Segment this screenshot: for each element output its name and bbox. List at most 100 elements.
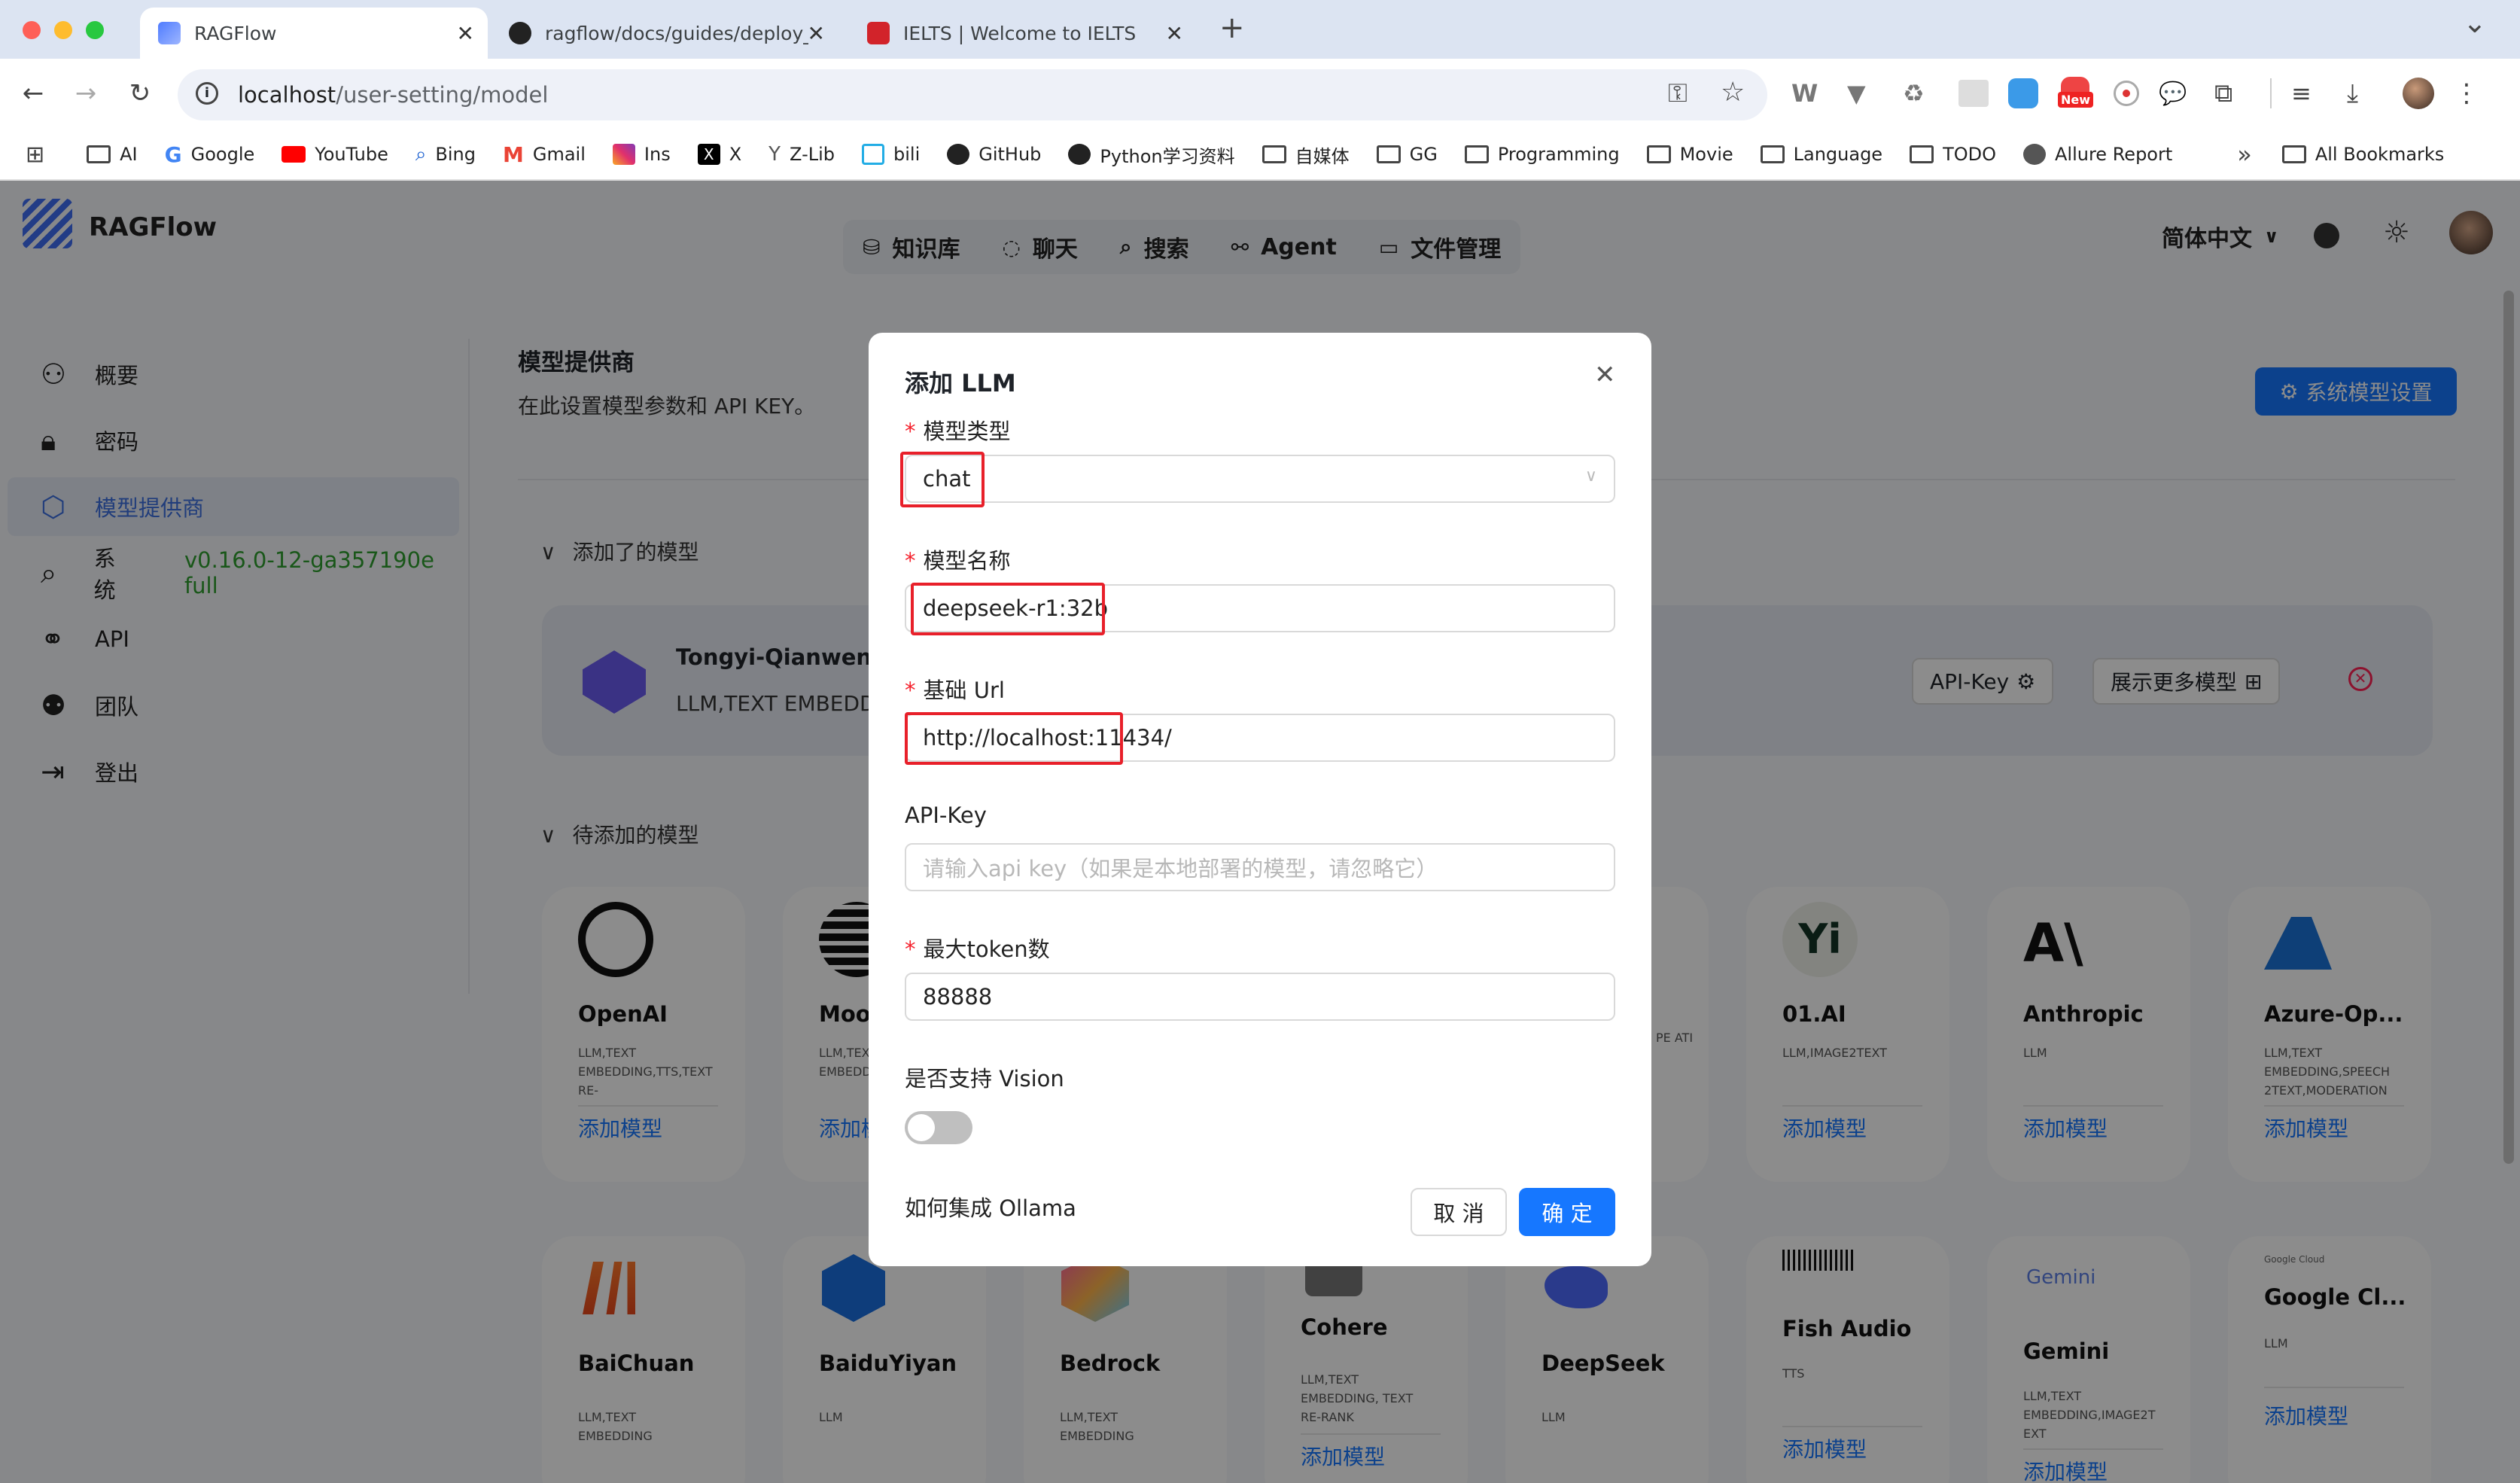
record-extension-icon[interactable]	[2114, 81, 2139, 106]
tab-title: IELTS | Welcome to IELTS	[903, 22, 1137, 44]
forward-icon[interactable]: →	[69, 77, 102, 110]
toggle-knob	[908, 1114, 935, 1141]
base-url-label: * 基础 Url	[905, 678, 1005, 703]
v-extension-icon[interactable]: ▼	[1847, 79, 1883, 108]
folder-icon	[1646, 145, 1671, 163]
max-tokens-label: * 最大token数	[905, 936, 1050, 962]
back-icon[interactable]: ←	[17, 77, 50, 110]
bilibili-icon	[862, 144, 884, 165]
folder-icon	[2281, 145, 2306, 163]
bookmark-gg[interactable]: GG	[1376, 144, 1438, 165]
extensions-area: W ▼ ♻ New 💬 ⧉ ≡ ⤓ ⋮	[1791, 77, 2479, 110]
model-type-select[interactable]: chat ∨	[905, 455, 1615, 503]
all-bookmarks[interactable]: All Bookmarks	[2281, 144, 2445, 165]
close-icon[interactable]: ✕	[1594, 360, 1616, 390]
model-type-label: * 模型类型	[905, 419, 1011, 444]
chevron-down-icon: ∨	[1584, 467, 1597, 486]
download-icon[interactable]: ⤓	[2347, 78, 2383, 108]
bookmark-label: Allure Report	[2055, 144, 2173, 165]
model-name-label: * 模型名称	[905, 548, 1011, 574]
tab-title: ragflow/docs/guides/deploy_l	[545, 22, 808, 44]
max-tokens-input[interactable]: 88888	[905, 973, 1615, 1021]
ollama-help-link[interactable]: 如何集成 Ollama	[905, 1191, 1076, 1223]
bookmark-movie[interactable]: Movie	[1646, 144, 1733, 165]
bookmark-bili[interactable]: bili	[862, 144, 920, 165]
bookmark-programming[interactable]: Programming	[1464, 144, 1620, 165]
highlight-box-base-url	[905, 712, 1123, 765]
bookmark-label: GG	[1409, 144, 1438, 165]
bookmark-label: GitHub	[978, 144, 1042, 165]
bookmark-zimeiti[interactable]: 自媒体	[1262, 142, 1350, 168]
api-key-placeholder: 请输入api key（如果是本地部署的模型，请忽略它）	[923, 856, 1438, 882]
new-extension-icon[interactable]: New	[2058, 77, 2094, 110]
bookmark-label: bili	[893, 144, 921, 165]
folder-icon	[1760, 145, 1785, 163]
close-tab-icon[interactable]: ✕	[1166, 21, 1183, 46]
bookmark-label: Z-Lib	[790, 144, 835, 165]
cancel-button[interactable]: 取 消	[1411, 1188, 1507, 1236]
chrome-menu-icon[interactable]: ⋮	[2454, 78, 2479, 108]
label-text: 基础 Url	[923, 678, 1005, 703]
media-queue-icon[interactable]: ≡	[2291, 79, 2327, 108]
bookmark-gmail[interactable]: M Gmail	[503, 142, 586, 167]
zlib-icon: Y	[768, 143, 781, 166]
instagram-icon	[612, 144, 635, 165]
bookmark-zlib[interactable]: Y Z-Lib	[768, 143, 835, 166]
tab-ragflow[interactable]: RAGFlow ✕	[140, 8, 488, 59]
chat-extension-icon[interactable]: 💬	[2159, 81, 2195, 107]
bookmark-label: Programming	[1497, 144, 1620, 165]
google-icon: G	[164, 142, 182, 167]
bookmark-youtube[interactable]: YouTube	[282, 144, 388, 165]
bookmark-allure[interactable]: Allure Report	[2023, 144, 2172, 165]
tab-title: RAGFlow	[194, 22, 277, 44]
password-key-icon[interactable]: ⚿	[1668, 78, 1688, 108]
url-host: localhost	[238, 82, 336, 108]
bookmark-label: Gmail	[532, 144, 586, 165]
extensions-puzzle-icon[interactable]: ⧉	[2214, 78, 2251, 108]
more-bookmarks-icon[interactable]: »	[2237, 140, 2252, 169]
close-window-dot[interactable]	[23, 21, 41, 39]
bookmark-label: Ins	[644, 144, 671, 165]
add-llm-modal: 添加 LLM ✕ * 模型类型 chat ∨ * 模型名称 deepseek-r1:…	[869, 333, 1651, 1266]
new-tab-button[interactable]: +	[1219, 11, 1245, 45]
doc-extension-icon[interactable]	[1958, 80, 1989, 107]
apps-grid-icon[interactable]: ⊞	[26, 142, 44, 168]
folder-icon	[1464, 145, 1489, 163]
bookmark-todo[interactable]: TODO	[1910, 144, 1996, 165]
bookmark-label: All Bookmarks	[2315, 144, 2445, 165]
browser-tab-strip: RAGFlow ✕ ragflow/docs/guides/deploy_l ✕…	[0, 0, 2520, 59]
recycle-extension-icon[interactable]: ♻	[1903, 79, 1939, 108]
bookmark-ai[interactable]: AI	[87, 144, 138, 165]
api-key-input[interactable]: 请输入api key（如果是本地部署的模型，请忽略它）	[905, 843, 1615, 891]
bookmark-python[interactable]: Python学习资料	[1068, 142, 1235, 168]
bookmark-github[interactable]: GitHub	[947, 144, 1041, 165]
blue-extension-icon[interactable]	[2008, 78, 2038, 108]
highlight-box-model-type	[900, 452, 985, 507]
w-extension-icon[interactable]: W	[1791, 79, 1828, 108]
bookmark-star-icon[interactable]: ☆	[1721, 77, 1745, 108]
tab-menu-chevron-icon[interactable]: ⌄	[2463, 6, 2487, 39]
zoom-window-dot[interactable]	[86, 21, 104, 39]
folder-icon	[1262, 145, 1286, 163]
tab-github[interactable]: ragflow/docs/guides/deploy_l ✕	[491, 8, 838, 59]
minimize-window-dot[interactable]	[54, 21, 72, 39]
bookmark-label: YouTube	[315, 144, 388, 165]
close-tab-icon[interactable]: ✕	[808, 21, 825, 46]
reload-icon[interactable]: ↻	[123, 77, 157, 110]
confirm-button[interactable]: 确 定	[1519, 1188, 1615, 1236]
bookmark-x[interactable]: XX	[697, 144, 741, 165]
bookmark-language[interactable]: Language	[1760, 144, 1882, 165]
address-bar[interactable]: i localhost/user-setting/model ⚿ ☆	[178, 69, 1767, 120]
bookmark-google[interactable]: G Google	[165, 142, 255, 167]
profile-avatar[interactable]	[2403, 78, 2434, 109]
site-info-icon[interactable]: i	[196, 82, 218, 105]
ragflow-favicon	[158, 22, 181, 44]
tab-ielts[interactable]: IELTS | Welcome to IELTS ✕	[849, 8, 1197, 59]
highlight-box-model-name	[911, 583, 1105, 635]
ielts-favicon	[867, 22, 890, 44]
folder-icon	[1376, 145, 1401, 163]
bookmark-ins[interactable]: Ins	[612, 144, 671, 165]
vision-toggle[interactable]	[905, 1111, 972, 1144]
bookmark-bing[interactable]: ⌕ Bing	[415, 143, 476, 166]
close-tab-icon[interactable]: ✕	[457, 21, 474, 46]
